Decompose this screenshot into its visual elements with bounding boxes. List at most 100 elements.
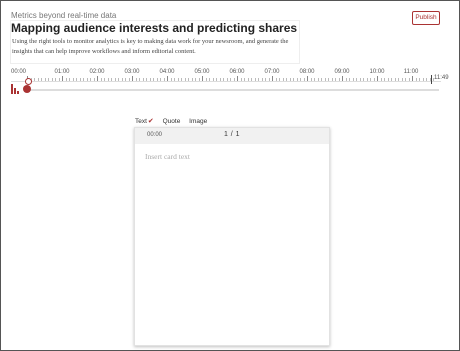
headline[interactable]: Mapping audience interests and predictin… [11,21,297,35]
ruler-tick [303,78,305,81]
checkmark-icon: ✔ [147,118,154,125]
waveform-icon [11,84,19,94]
ruler-tick [254,78,256,81]
publish-button[interactable]: Publish [412,11,440,25]
ruler-tick [76,78,77,81]
ruler-tick [153,78,154,81]
timeline-tick-label: 03:00 [124,69,140,75]
playhead-handle[interactable] [25,78,32,85]
ruler-tick [408,78,410,81]
ruler-tick [244,78,245,81]
ruler-tick [58,78,60,81]
ruler-tick [41,78,42,81]
description-text[interactable]: Using the right tools to monitor analyti… [12,37,302,56]
ruler-tick [177,78,179,81]
ruler-tick [265,78,266,81]
ruler-tick [296,78,298,81]
ruler-tick [181,78,182,81]
ruler-tick [114,78,116,81]
ruler-tick [335,78,336,81]
ruler-tick [384,78,385,81]
ruler-tick [289,78,291,81]
ruler-tick [268,78,270,81]
ruler-tick [90,78,91,81]
ruler-tick [223,78,224,81]
timeline-tick-label: 11:00 [403,69,419,75]
ruler-tick [93,78,95,81]
ruler-tick [401,78,403,81]
ruler-tick [191,78,193,81]
ruler-tick [387,78,389,81]
ruler-tick [286,78,287,81]
ruler-tick [279,78,280,81]
ruler-tick [422,78,424,81]
ruler-tick [37,78,39,81]
card-text-input[interactable]: Insert card text [145,152,190,161]
ruler-tick [69,78,70,81]
ruler-tick [160,78,161,81]
ruler-tick [212,78,214,81]
timeline-tick-label: 04:00 [159,69,175,75]
ruler-tick [380,78,382,81]
ruler-tick [230,78,231,81]
ruler-tick [349,78,350,81]
ruler-tick [174,78,175,81]
ruler-tick [426,78,427,81]
ruler-tick [331,78,333,81]
tab-image[interactable]: Image [189,118,207,125]
timeline-tick-label: 10:00 [369,69,385,75]
ruler-tick [251,78,252,81]
card-header: 00:00 1 / 1 [135,128,329,144]
timeline-ruler [11,76,441,82]
ruler-tick [345,78,347,81]
ruler-tick [146,78,147,81]
ruler-tick [237,76,238,81]
ruler-tick [226,78,228,81]
ruler-tick [72,78,74,81]
tab-quote[interactable]: Quote [163,118,181,125]
timeline-end-marker [431,75,432,84]
card-marker[interactable] [23,85,31,93]
ruler-tick [394,78,396,81]
ruler-tick [240,78,242,81]
ruler-tick [377,76,378,81]
ruler-tick [184,78,186,81]
ruler-tick [202,76,203,81]
ruler-tick [121,78,123,81]
app-frame: Metrics beyond real-time data Publish Ma… [0,0,460,351]
ruler-tick [142,78,144,81]
ruler-tick [170,78,172,81]
timeline-tick-label: 08:00 [299,69,315,75]
ruler-tick [419,78,420,81]
ruler-tick [233,78,235,81]
card-page-indicator: 1 / 1 [223,131,241,138]
ruler-tick [272,76,273,81]
ruler-tick [104,78,105,81]
ruler-tick [55,78,56,81]
ruler-tick [282,78,284,81]
ruler-tick [300,78,301,81]
ruler-tick [314,78,315,81]
ruler-tick [398,78,399,81]
ruler-tick [317,78,319,81]
card-type-tabs: Text✔ Quote Image [135,117,214,125]
ruler-tick [321,78,322,81]
ruler-tick [324,78,326,81]
ruler-tick [359,78,361,81]
ruler-tick [342,76,343,81]
ruler-tick [198,78,200,81]
timeline-tick-label: 05:00 [194,69,210,75]
ruler-tick [195,78,196,81]
timeline-track[interactable] [27,89,439,91]
ruler-tick [79,78,81,81]
tab-text[interactable]: Text✔ [135,117,154,125]
timeline-tick-label: 07:00 [264,69,280,75]
timeline-start-label: 00:00 [11,69,27,75]
ruler-tick [415,78,417,81]
ruler-tick [48,78,49,81]
ruler-tick [139,78,140,81]
ruler-tick [125,78,126,81]
timeline[interactable]: 00:00 01:00 02:00 03:00 04:00 05:00 06:0… [11,69,449,95]
ruler-tick [373,78,375,81]
ruler-tick [97,76,98,81]
